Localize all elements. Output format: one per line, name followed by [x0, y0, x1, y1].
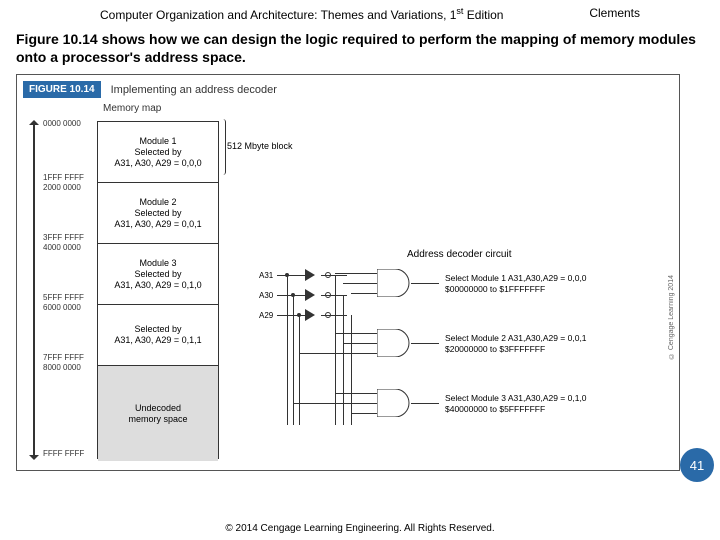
- signal-label: A29: [259, 311, 273, 320]
- output-line1: Select Module 3 A31,A30,A29 = 0,1,0: [445, 393, 587, 403]
- output-line2: $40000000 to $5FFFFFFF: [445, 404, 587, 414]
- memory-module: Selected by A31, A30, A29 = 0,1,1: [98, 305, 218, 366]
- addr-label: 5FFF FFFF: [43, 293, 84, 302]
- undecoded-label: Undecoded memory space: [128, 403, 187, 426]
- wire: [351, 413, 377, 414]
- output-line2: $20000000 to $3FFFFFFF: [445, 344, 587, 354]
- wire: [335, 333, 377, 334]
- signal-label: A30: [259, 291, 273, 300]
- inverter-icon: [305, 269, 315, 281]
- addr-label: 8000 0000: [43, 363, 81, 372]
- module-name: Module 3: [139, 258, 176, 269]
- node-dot-icon: [297, 313, 301, 317]
- decoder-label: Address decoder circuit: [407, 249, 512, 260]
- figure-container: FIGURE 10.14 Implementing an address dec…: [16, 74, 680, 471]
- gate-output-label: Select Module 3 A31,A30,A29 = 0,1,0 $400…: [445, 393, 587, 413]
- module-name: Module 2: [139, 197, 176, 208]
- figure-label: FIGURE 10.14 Implementing an address dec…: [23, 81, 277, 98]
- wire: [343, 295, 344, 425]
- brace-icon: [219, 119, 226, 175]
- memory-module: Module 2 Selected by A31, A30, A29 = 0,0…: [98, 183, 218, 244]
- wire: [335, 393, 377, 394]
- decoder-circuit: A31 A30 A29: [277, 265, 657, 445]
- footer-copyright: © 2014 Cengage Learning Engineering. All…: [0, 523, 720, 534]
- wire: [351, 315, 352, 425]
- wire: [351, 293, 377, 294]
- block-size-label: 512 Mbyte block: [227, 141, 293, 151]
- side-copyright: © Cengage Learning 2014: [668, 275, 675, 359]
- addr-label: 7FFF FFFF: [43, 353, 84, 362]
- memory-map-label: Memory map: [103, 103, 161, 114]
- module-name: Module 1: [139, 136, 176, 147]
- output-line1: Select Module 1 A31,A30,A29 = 0,0,0: [445, 273, 587, 283]
- wire: [299, 315, 300, 425]
- wire: [343, 343, 377, 344]
- page-number-badge: 41: [680, 448, 714, 482]
- module-sel-bits: A31, A30, A29 = 0,0,0: [114, 158, 201, 169]
- author: Clements: [589, 6, 640, 22]
- output-line1: Select Module 2 A31,A30,A29 = 0,0,1: [445, 333, 587, 343]
- gate-output-label: Select Module 2 A31,A30,A29 = 0,0,1 $200…: [445, 333, 587, 353]
- inverter-icon: [305, 289, 315, 301]
- module-sel-prefix: Selected by: [134, 324, 181, 335]
- wire: [411, 283, 439, 284]
- wire: [293, 295, 294, 425]
- wire: [411, 403, 439, 404]
- node-dot-icon: [291, 293, 295, 297]
- addr-label: 3FFF FFFF: [43, 233, 84, 242]
- memory-map: Module 1 Selected by A31, A30, A29 = 0,0…: [97, 121, 219, 459]
- book-title: Computer Organization and Architecture: …: [100, 6, 503, 22]
- module-sel-prefix: Selected by: [134, 208, 181, 219]
- title-part-a: Computer Organization and Architecture: …: [100, 8, 456, 22]
- slide-header: Computer Organization and Architecture: …: [0, 0, 720, 24]
- and-gate-icon: [377, 269, 413, 297]
- wire: [277, 275, 305, 276]
- wire: [411, 343, 439, 344]
- addr-label: 2000 0000: [43, 183, 81, 192]
- and-gate-icon: [377, 329, 413, 357]
- module-sel-bits: A31, A30, A29 = 0,1,0: [114, 280, 201, 291]
- undecoded-region: Undecoded memory space: [98, 366, 218, 461]
- addr-label: 4000 0000: [43, 243, 81, 252]
- memory-module: Module 1 Selected by A31, A30, A29 = 0,0…: [98, 122, 218, 183]
- wire: [299, 353, 377, 354]
- wire: [335, 273, 377, 274]
- figure-title: Implementing an address decoder: [111, 84, 277, 96]
- module-sel-prefix: Selected by: [134, 147, 181, 158]
- wire: [343, 283, 377, 284]
- module-sel-prefix: Selected by: [134, 269, 181, 280]
- memory-module: Module 3 Selected by A31, A30, A29 = 0,1…: [98, 244, 218, 305]
- figure-badge: FIGURE 10.14: [23, 81, 101, 98]
- wire: [287, 275, 288, 425]
- wire: [321, 275, 347, 276]
- block-size-text: 512 Mbyte block: [227, 141, 293, 151]
- module-sel-bits: A31, A30, A29 = 0,0,1: [114, 219, 201, 230]
- node-dot-icon: [285, 273, 289, 277]
- signal-label: A31: [259, 271, 273, 280]
- title-part-b: Edition: [463, 8, 503, 22]
- vertical-arrow-icon: [33, 123, 35, 457]
- and-gate-icon: [377, 389, 413, 417]
- figure-caption: Figure 10.14 shows how we can design the…: [0, 24, 720, 74]
- addr-label: 6000 0000: [43, 303, 81, 312]
- module-sel-bits: A31, A30, A29 = 0,1,1: [114, 335, 201, 346]
- addr-label: FFFF FFFF: [43, 449, 84, 458]
- inverter-icon: [305, 309, 315, 321]
- gate-output-label: Select Module 1 A31,A30,A29 = 0,0,0 $000…: [445, 273, 587, 293]
- addr-label: 1FFF FFFF: [43, 173, 84, 182]
- output-line2: $00000000 to $1FFFFFFF: [445, 284, 587, 294]
- wire: [293, 403, 377, 404]
- addr-label: 0000 0000: [43, 119, 81, 128]
